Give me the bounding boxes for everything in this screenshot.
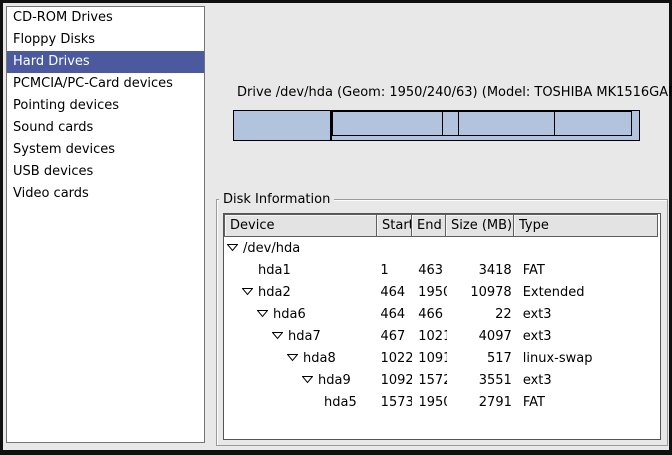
partition-bar xyxy=(233,110,640,141)
sidebar-item-sound-cards[interactable]: Sound cards xyxy=(7,117,204,139)
sidebar-item-usb-devices[interactable]: USB devices xyxy=(7,161,204,183)
size-cell: 517 xyxy=(447,351,516,366)
partition-segment-hda1[interactable] xyxy=(234,111,332,140)
size-cell: 22 xyxy=(447,307,516,322)
expander-icon[interactable] xyxy=(302,373,313,388)
sidebar-item-pcmcia-devices[interactable]: PCMCIA/PC-Card devices xyxy=(7,73,204,95)
table-row-hda6[interactable]: hda6 464 466 22 ext3 xyxy=(224,303,660,325)
end-cell: 1091 xyxy=(412,351,447,366)
end-cell: 1572 xyxy=(412,373,447,388)
partition-segment-hda5[interactable] xyxy=(555,111,632,136)
partition-segment-hda8[interactable] xyxy=(443,111,459,136)
end-cell: 463 xyxy=(412,263,447,278)
device-name: hda1 xyxy=(258,263,291,278)
hardware-browser-window: { "colors": { "window_bg": "#e8e8e8", "s… xyxy=(0,0,672,455)
size-cell: 3551 xyxy=(447,373,516,388)
column-header-start[interactable]: Start xyxy=(376,214,412,237)
device-name: /dev/hda xyxy=(243,241,300,256)
table-header-row: Device Start End Size (MB) Type xyxy=(224,214,660,237)
column-header-type[interactable]: Type xyxy=(513,214,658,237)
expander-icon[interactable] xyxy=(242,285,253,300)
start-cell: 1092 xyxy=(377,373,413,388)
disk-information-frame-label: Disk Information xyxy=(219,191,334,208)
start-cell: 467 xyxy=(376,329,412,344)
device-name: hda8 xyxy=(303,351,336,366)
table-row-hda7[interactable]: hda7 467 1021 4097 ext3 xyxy=(224,325,660,347)
type-cell: FAT xyxy=(516,263,660,278)
expander-icon[interactable] xyxy=(227,241,238,256)
size-cell: 10978 xyxy=(447,285,516,300)
end-cell: 1950 xyxy=(412,395,447,410)
table-row-hda9[interactable]: hda9 1092 1572 3551 ext3 xyxy=(224,369,660,391)
end-cell: 466 xyxy=(412,307,447,322)
start-cell: 1 xyxy=(376,263,412,278)
partition-segment-extended-hda2[interactable] xyxy=(332,111,639,140)
expander-icon[interactable] xyxy=(272,329,283,344)
device-name: hda5 xyxy=(324,395,357,410)
device-name: hda2 xyxy=(258,285,291,300)
end-cell: 1950 xyxy=(412,285,447,300)
start-cell: 1022 xyxy=(376,351,412,366)
table-row-hda5[interactable]: hda5 1573 1950 2791 FAT xyxy=(224,391,660,413)
sidebar-item-hard-drives[interactable]: Hard Drives xyxy=(7,51,204,73)
device-name: hda6 xyxy=(273,307,306,322)
sidebar-item-cdrom-drives[interactable]: CD-ROM Drives xyxy=(7,7,204,29)
start-cell: 464 xyxy=(376,285,412,300)
expander-icon[interactable] xyxy=(287,351,298,366)
size-cell: 2791 xyxy=(447,395,516,410)
table-row-hda2[interactable]: hda2 464 1950 10978 Extended xyxy=(224,281,660,303)
device-name: hda7 xyxy=(288,329,321,344)
expander-icon[interactable] xyxy=(257,307,268,322)
size-cell: 3418 xyxy=(447,263,516,278)
table-row-hda1[interactable]: hda1 1 463 3418 FAT xyxy=(224,259,660,281)
disk-information-table: Device Start End Size (MB) Type /dev/hda… xyxy=(223,213,661,440)
column-header-end[interactable]: End xyxy=(411,214,446,237)
table-row-dev-hda[interactable]: /dev/hda xyxy=(224,237,660,259)
device-category-list: CD-ROM Drives Floppy Disks Hard Drives P… xyxy=(6,6,205,443)
type-cell: Extended xyxy=(516,285,660,300)
table-row-hda8[interactable]: hda8 1022 1091 517 linux-swap xyxy=(224,347,660,369)
device-name: hda9 xyxy=(318,373,351,388)
column-header-size[interactable]: Size (MB) xyxy=(445,214,514,237)
sidebar-item-system-devices[interactable]: System devices xyxy=(7,139,204,161)
type-cell: linux-swap xyxy=(516,351,660,366)
sidebar-item-video-cards[interactable]: Video cards xyxy=(7,183,204,205)
size-cell: 4097 xyxy=(447,329,516,344)
sidebar-item-floppy-disks[interactable]: Floppy Disks xyxy=(7,29,204,51)
partition-segment-hda7[interactable] xyxy=(332,111,443,136)
drive-geometry-title: Drive /dev/hda (Geom: 1950/240/63) (Mode… xyxy=(237,85,672,100)
type-cell: ext3 xyxy=(516,307,660,322)
type-cell: ext3 xyxy=(516,329,660,344)
sidebar-item-pointing-devices[interactable]: Pointing devices xyxy=(7,95,204,117)
column-header-device[interactable]: Device xyxy=(224,214,377,237)
start-cell: 464 xyxy=(376,307,412,322)
type-cell: ext3 xyxy=(516,373,660,388)
start-cell: 1573 xyxy=(377,395,413,410)
partition-segment-hda9[interactable] xyxy=(459,111,555,136)
disk-information-frame: Disk Information Device Start End Size (… xyxy=(216,199,668,446)
type-cell: FAT xyxy=(516,395,660,410)
end-cell: 1021 xyxy=(412,329,447,344)
